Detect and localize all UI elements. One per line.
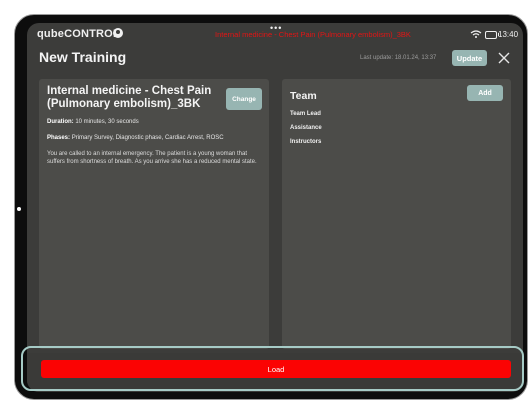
update-button[interactable]: Update	[452, 50, 487, 66]
user-icon	[113, 28, 123, 38]
training-title: Internal medicine - Chest Pain (Pulmonar…	[47, 85, 212, 110]
change-button[interactable]: Change	[226, 88, 262, 110]
training-panel: Internal medicine - Chest Pain (Pulmonar…	[39, 79, 269, 349]
team-role-instructors: Instructors	[290, 139, 322, 145]
phases-row: Phases: Primary Survey, Diagnostic phase…	[47, 135, 224, 141]
app-name: qubeCONTROL	[37, 28, 120, 40]
team-role-assistance: Assistance	[290, 125, 322, 131]
phases-label: Phases:	[47, 135, 71, 141]
battery-icon	[485, 31, 499, 39]
status-case-name: Internal medicine - Chest Pain (Pulmonar…	[215, 30, 411, 39]
duration-value: 10 minutes, 30 seconds	[75, 119, 139, 125]
status-time: 13:40	[498, 30, 519, 39]
add-member-button[interactable]: Add	[467, 85, 503, 101]
camera-dot	[17, 207, 21, 211]
training-description: You are called to an internal emergency.…	[47, 151, 257, 165]
load-button[interactable]: Load	[41, 360, 511, 378]
app-screen: qubeCONTROL ••• Internal medicine - Ches…	[27, 23, 523, 392]
team-title: Team	[290, 90, 317, 102]
wifi-icon	[470, 30, 482, 38]
status-bar: qubeCONTROL ••• Internal medicine - Ches…	[27, 23, 523, 45]
page-header: New Training Last update: 18.01.24, 13:3…	[27, 45, 523, 75]
last-update-text: Last update: 18.01.24, 13:37	[360, 55, 437, 61]
team-role-team-lead: Team Lead	[290, 111, 321, 117]
team-panel: Team Add Team Lead Assistance Instructor…	[282, 79, 511, 349]
phases-value: Primary Survey, Diagnostic phase, Cardia…	[71, 135, 224, 141]
page-title: New Training	[39, 49, 127, 65]
duration-label: Duration:	[47, 119, 74, 125]
duration-row: Duration: 10 minutes, 30 seconds	[47, 119, 139, 125]
close-icon[interactable]	[496, 50, 512, 66]
